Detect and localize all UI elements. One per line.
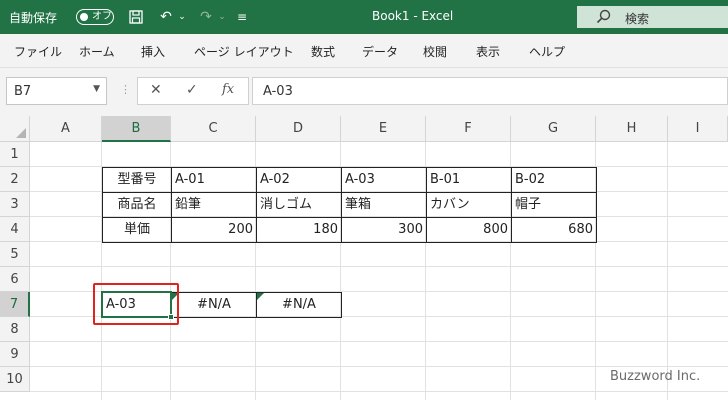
save-icon[interactable] (126, 7, 146, 27)
column-header-e[interactable]: E (341, 116, 426, 142)
more-options-icon[interactable]: ⋮ (120, 83, 131, 96)
error-indicator-icon (257, 293, 264, 300)
tab-view[interactable]: 表示 (476, 43, 500, 60)
cell-b4[interactable]: 単価 (102, 217, 172, 243)
highlight-box (93, 283, 179, 325)
cell-g4[interactable]: 680 (511, 217, 597, 243)
column-header-i[interactable]: I (668, 116, 728, 142)
formula-buttons: ✕ ✓ fx (137, 77, 249, 105)
gridline (667, 142, 668, 400)
cell-c4[interactable]: 200 (171, 217, 257, 243)
gridline (30, 266, 728, 267)
formula-bar: B7 ▼ ⋮ ✕ ✓ fx A-03 (0, 68, 728, 116)
cell-e2[interactable]: A-03 (341, 167, 427, 193)
cell-b2[interactable]: 型番号 (102, 167, 172, 193)
cell-d4[interactable]: 180 (256, 217, 342, 243)
cell-c7[interactable]: #N/A (171, 292, 257, 318)
cell-f2[interactable]: B-01 (426, 167, 512, 193)
cell-c3[interactable]: 鉛筆 (171, 192, 257, 218)
tab-review[interactable]: 校閲 (423, 43, 447, 60)
row-header-7[interactable]: 7 (0, 292, 30, 317)
formula-input[interactable]: A-03 (252, 77, 728, 105)
cell-e4[interactable]: 300 (341, 217, 427, 243)
formula-value: A-03 (263, 84, 293, 99)
column-header-a[interactable]: A (30, 116, 102, 142)
redo-dropdown-icon[interactable]: ⌄ (212, 7, 232, 27)
tab-page-layout[interactable]: ページ レイアウト (194, 43, 294, 60)
cell-d7[interactable]: #N/A (256, 292, 342, 318)
column-header-b[interactable]: B (102, 116, 171, 142)
search-label: 検索 (625, 12, 650, 26)
gridline (30, 341, 728, 342)
gridline (30, 366, 728, 367)
enter-icon[interactable]: ✓ (186, 82, 198, 98)
row-header-1[interactable]: 1 (0, 142, 30, 167)
column-header-f[interactable]: F (426, 116, 511, 142)
name-box-value: B7 (14, 84, 32, 99)
chevron-down-icon[interactable]: ▼ (93, 84, 100, 94)
cancel-icon[interactable]: ✕ (150, 82, 162, 98)
row-header-8[interactable]: 8 (0, 317, 30, 342)
autosave-state: オフ (92, 11, 112, 22)
row-header-3[interactable]: 3 (0, 192, 30, 217)
cell-d2[interactable]: A-02 (256, 167, 342, 193)
select-all-button[interactable] (0, 116, 30, 142)
ribbon-tabs: ファイル ホーム 挿入 ページ レイアウト 数式 データ 校閲 表示 ヘルプ (0, 34, 728, 68)
column-header-c[interactable]: C (171, 116, 256, 142)
tab-data[interactable]: データ (362, 43, 398, 60)
row-header-6[interactable]: 6 (0, 267, 30, 292)
tab-formulas[interactable]: 数式 (311, 43, 335, 60)
watermark: Buzzword Inc. (610, 369, 701, 384)
row-header-2[interactable]: 2 (0, 167, 30, 192)
toggle-knob (80, 13, 88, 21)
insert-function-icon[interactable]: fx (222, 82, 234, 97)
cell-b3[interactable]: 商品名 (102, 192, 172, 218)
column-header-d[interactable]: D (256, 116, 341, 142)
tab-help[interactable]: ヘルプ (529, 43, 565, 60)
undo-dropdown-icon[interactable]: ⌄ (172, 7, 192, 27)
row-header-4[interactable]: 4 (0, 217, 30, 242)
autosave-label: 自動保存 (9, 11, 58, 25)
cell-d3[interactable]: 消しゴム (256, 192, 342, 218)
row-header-9[interactable]: 9 (0, 342, 30, 367)
cell-c2[interactable]: A-01 (171, 167, 257, 193)
search-box[interactable]: 検索 (577, 6, 728, 28)
row-header-10[interactable]: 10 (0, 367, 30, 392)
search-icon (596, 9, 611, 24)
tab-file[interactable]: ファイル (14, 43, 62, 60)
cell-f3[interactable]: カバン (426, 192, 512, 218)
cell-e3[interactable]: 筆箱 (341, 192, 427, 218)
document-title: Book1 - Excel (372, 9, 454, 23)
title-bar: 自動保存 オフ ↶ ⌄ ↷ ⌄ ≡ Book1 - Excel 検索 (0, 0, 728, 34)
tab-home[interactable]: ホーム (79, 43, 115, 60)
worksheet-grid: A B C D E F G H I 1 2 3 4 5 6 7 8 9 10 型… (0, 116, 728, 400)
tab-insert[interactable]: 挿入 (141, 43, 165, 60)
row-header-5[interactable]: 5 (0, 242, 30, 267)
autosave-toggle[interactable]: オフ (76, 9, 114, 25)
cell-f4[interactable]: 800 (426, 217, 512, 243)
customize-toolbar-icon[interactable]: ≡ (232, 7, 252, 27)
column-header-h[interactable]: H (596, 116, 668, 142)
column-header-g[interactable]: G (511, 116, 596, 142)
select-all-icon (16, 128, 26, 138)
cell-g2[interactable]: B-02 (511, 167, 597, 193)
cell-g3[interactable]: 帽子 (511, 192, 597, 218)
gridline (30, 391, 728, 392)
name-box[interactable]: B7 ▼ (6, 77, 107, 105)
